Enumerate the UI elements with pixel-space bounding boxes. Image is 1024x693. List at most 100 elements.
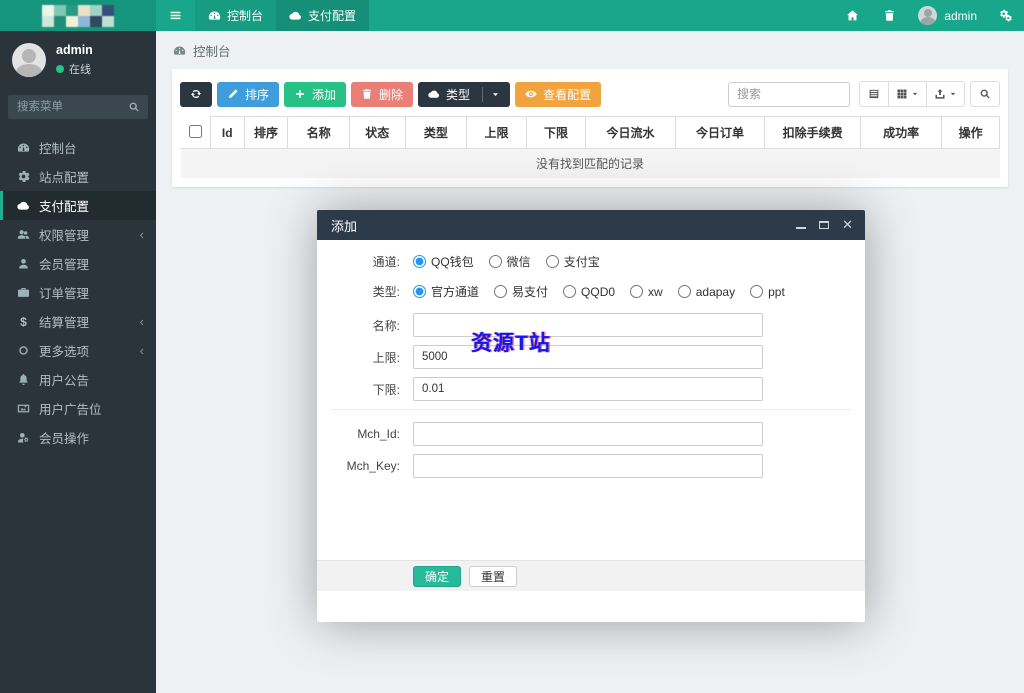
clear-cache-button[interactable] <box>871 0 908 31</box>
table-panel: 排序 添加 删除 类型 查看配置 Id <box>172 69 1008 187</box>
lower-limit-input[interactable] <box>413 377 763 401</box>
radio-option-alipay[interactable]: 支付宝 <box>545 253 600 270</box>
sidebar-item-dashboard[interactable]: 控制台 <box>0 133 156 162</box>
radio-option-adapay[interactable]: adapay <box>677 284 736 299</box>
radio-input[interactable] <box>545 255 559 268</box>
radio-input[interactable] <box>677 285 691 298</box>
dashboard-icon <box>173 44 186 57</box>
radio-option-official[interactable]: 官方通道 <box>413 283 479 300</box>
caret-down-icon <box>911 90 919 98</box>
home-button[interactable] <box>834 0 871 31</box>
close-icon[interactable]: ✕ <box>842 218 853 231</box>
dialog-titlebar[interactable]: 添加 ✕ <box>317 210 865 240</box>
menu-search-input[interactable] <box>8 95 148 119</box>
mch-id-input[interactable] <box>413 422 763 446</box>
add-button-label: 添加 <box>312 87 337 102</box>
sidebar-item-payment-config[interactable]: 支付配置 <box>0 191 156 220</box>
circle-icon <box>17 344 30 357</box>
chevron-left-icon: ‹ <box>139 314 144 329</box>
radio-input[interactable] <box>563 285 577 298</box>
radio-label: QQD0 <box>581 284 616 299</box>
divider <box>331 409 851 410</box>
sidebar-item-member-actions[interactable]: 会员操作 <box>0 423 156 452</box>
search-icon <box>128 101 140 113</box>
image-icon <box>17 402 30 415</box>
sidebar-item-settlement[interactable]: $ 结算管理 ‹ <box>0 307 156 336</box>
radio-label: 支付宝 <box>563 255 600 269</box>
radio-option-yipay[interactable]: 易支付 <box>494 283 548 300</box>
radio-input[interactable] <box>413 255 426 268</box>
sidebar-toggle-button[interactable] <box>156 0 195 31</box>
delete-button[interactable]: 删除 <box>351 81 414 107</box>
type-dropdown-button[interactable]: 类型 <box>418 81 511 107</box>
sidebar: admin 在线 控制台 站点配置 支付配置 权限管理 ‹ 会员管理 订单管理 $… <box>0 31 156 693</box>
trash-icon <box>361 88 373 100</box>
search-icon <box>979 88 991 100</box>
cloud-icon <box>289 9 302 22</box>
radio-input[interactable] <box>413 285 426 298</box>
avatar <box>918 6 938 25</box>
mch-key-input[interactable] <box>413 454 763 478</box>
sidebar-item-label: 站点配置 <box>39 171 90 185</box>
briefcase-icon <box>17 286 30 299</box>
sidebar-item-site-config[interactable]: 站点配置 <box>0 162 156 191</box>
view-config-button[interactable]: 查看配置 <box>515 81 602 107</box>
radio-input[interactable] <box>750 285 764 298</box>
radio-label: adapay <box>695 284 736 299</box>
sidebar-item-orders[interactable]: 订单管理 <box>0 278 156 307</box>
upper-limit-label: 上限: <box>372 350 400 365</box>
refresh-icon <box>190 88 202 100</box>
search-toggle-button[interactable] <box>970 81 1000 107</box>
user-menu[interactable]: admin <box>908 6 987 25</box>
pagination-toggle-button[interactable] <box>859 81 889 107</box>
radio-option-qq-wallet[interactable]: QQ钱包 <box>413 253 474 270</box>
sort-button[interactable]: 排序 <box>217 81 280 107</box>
export-dropdown-button[interactable] <box>926 81 965 107</box>
sidebar-user-name: admin <box>56 43 93 57</box>
radio-input[interactable] <box>630 285 644 298</box>
nav-tab-label: 控制台 <box>227 9 264 23</box>
cloud-icon <box>428 88 440 100</box>
nav-tab-dashboard[interactable]: 控制台 <box>195 0 277 31</box>
radio-label: QQ钱包 <box>431 255 474 269</box>
name-input[interactable] <box>413 313 763 337</box>
columns-dropdown-button[interactable] <box>888 81 927 107</box>
export-icon <box>934 88 946 100</box>
delete-button-label: 删除 <box>379 87 404 102</box>
sidebar-item-more-options[interactable]: 更多选项 ‹ <box>0 336 156 365</box>
sidebar-item-user-announcement[interactable]: 用户公告 <box>0 365 156 394</box>
radio-label: 易支付 <box>512 285 549 299</box>
radio-option-xw[interactable]: xw <box>630 285 663 299</box>
upper-limit-input[interactable] <box>413 345 763 369</box>
type-button-label: 类型 <box>446 87 471 102</box>
radio-option-ppt[interactable]: ppt <box>750 285 785 299</box>
radio-option-wechat[interactable]: 微信 <box>488 253 531 270</box>
select-all-cell <box>180 116 211 149</box>
col-header-today-flow: 今日流水 <box>585 116 676 149</box>
sidebar-item-permissions[interactable]: 权限管理 ‹ <box>0 220 156 249</box>
table-search-input[interactable] <box>728 81 850 107</box>
columns-grid-icon <box>896 88 908 100</box>
minimize-icon[interactable] <box>796 221 807 229</box>
radio-input[interactable] <box>488 255 502 268</box>
reset-button[interactable]: 重置 <box>469 565 518 587</box>
refresh-button[interactable] <box>180 81 212 107</box>
confirm-button[interactable]: 确定 <box>413 565 462 587</box>
settings-button[interactable] <box>987 0 1024 31</box>
sidebar-item-user-ads[interactable]: 用户广告位 <box>0 394 156 423</box>
col-header-name: 名称 <box>287 116 350 149</box>
select-all-checkbox[interactable] <box>188 124 202 138</box>
nav-tab-payment-config[interactable]: 支付配置 <box>276 0 370 31</box>
sidebar-item-label: 会员管理 <box>39 258 90 272</box>
maximize-icon[interactable] <box>819 221 830 229</box>
sidebar-item-members[interactable]: 会员管理 <box>0 249 156 278</box>
add-button[interactable]: 添加 <box>284 81 347 107</box>
app-logo[interactable] <box>0 0 156 31</box>
radio-option-qqd0[interactable]: QQD0 <box>563 285 615 299</box>
sidebar-user-panel: admin 在线 <box>0 31 156 87</box>
sidebar-item-label: 支付配置 <box>39 200 90 214</box>
cloud-icon <box>17 199 30 212</box>
radio-input[interactable] <box>494 285 508 298</box>
dashboard-icon <box>208 9 221 22</box>
records-table: Id 排序 名称 状态 类型 上限 下限 今日流水 今日订单 扣除手续费 成功率… <box>180 116 1000 178</box>
